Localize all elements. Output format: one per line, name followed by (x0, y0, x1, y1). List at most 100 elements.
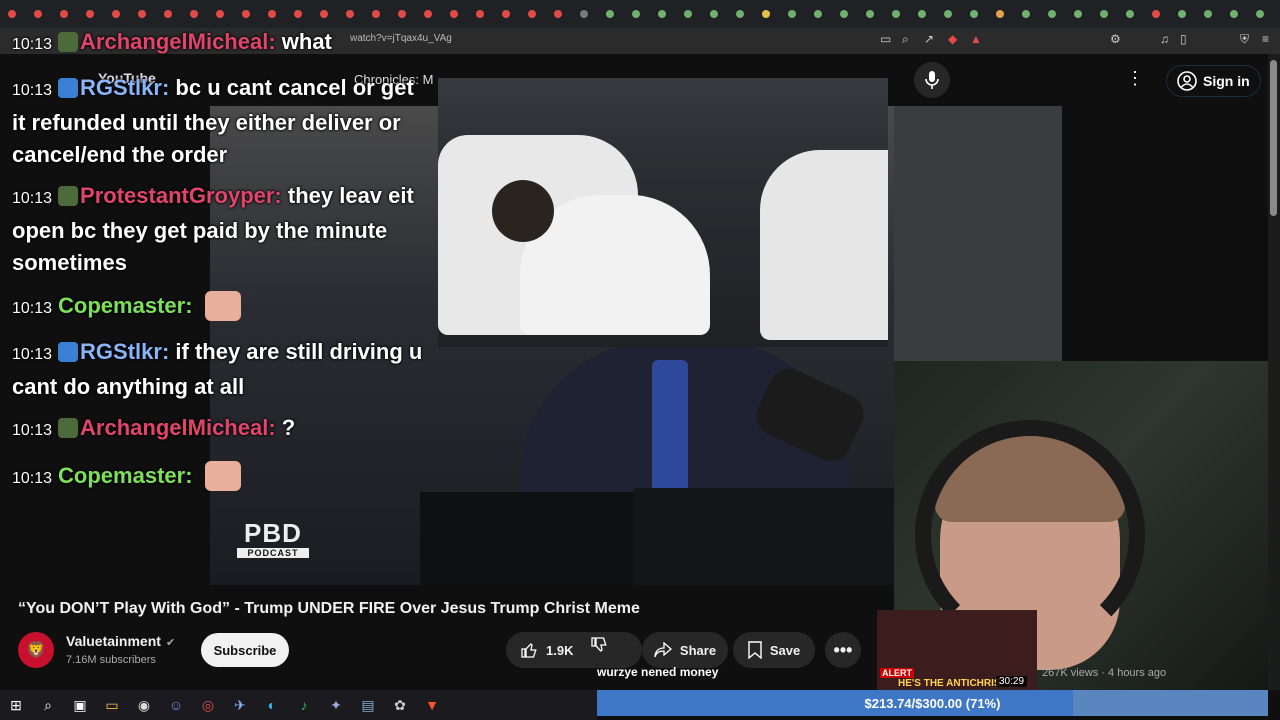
more-actions-button[interactable]: ••• (825, 632, 861, 668)
chat-message: 10:13 ProtestantGroyper: they leav eit op… (12, 180, 432, 279)
donation-goal-text: $213.74/$300.00 (71%) (864, 695, 1001, 711)
chat-overlay: 10:13 ArchangelMicheal: what 10:13 RGStlkr:… (0, 0, 440, 500)
watermark-big-text: PBD (244, 518, 302, 548)
chat-timestamp: 10:13 (12, 422, 53, 439)
obs-icon[interactable]: ◉ (128, 690, 160, 720)
app-icon[interactable]: ✈ (224, 690, 256, 720)
chrome-icon[interactable]: ◎ (192, 690, 224, 720)
shield-icon[interactable]: ⛨ (1240, 32, 1249, 47)
chat-text: what (281, 29, 332, 54)
browser-tab[interactable] (502, 10, 510, 18)
browser-tab[interactable] (762, 10, 770, 18)
share-page-icon[interactable]: ↗ (924, 32, 934, 46)
browser-tab[interactable] (1126, 10, 1134, 18)
more-options-icon[interactable]: ⋮ (1126, 68, 1144, 89)
chat-message: 10:13 RGStlkr: if they are still driving … (12, 336, 432, 403)
related-video-meta: 267K views · 4 hours ago (1042, 667, 1167, 679)
browser-tab[interactable] (580, 10, 588, 18)
zoom-icon[interactable]: ⌕ (902, 32, 909, 47)
browser-tab[interactable] (944, 10, 952, 18)
browser-tab[interactable] (632, 10, 640, 18)
browser-tab[interactable] (814, 10, 822, 18)
browser-tab[interactable] (684, 10, 692, 18)
thumbnail-alert-label: ALERT (880, 668, 914, 678)
browser-tab[interactable] (1204, 10, 1212, 18)
browser-tab[interactable] (1022, 10, 1030, 18)
chat-timestamp: 10:13 (12, 36, 53, 53)
chat-badge-icon (58, 186, 79, 206)
chat-message: 10:13 ArchangelMicheal: what (12, 26, 432, 61)
related-panel-placeholder (894, 106, 1062, 361)
browser-tab[interactable] (476, 10, 484, 18)
save-button[interactable]: Save (733, 632, 815, 668)
microphone-icon (925, 71, 939, 89)
browser-tab[interactable] (450, 10, 458, 18)
chat-badge-icon (58, 418, 79, 438)
browser-tab[interactable] (970, 10, 978, 18)
like-button[interactable]: 1.9K (506, 632, 642, 668)
subscribe-button[interactable]: Subscribe (201, 633, 289, 667)
browser-tab[interactable] (658, 10, 666, 18)
browser-tab[interactable] (996, 10, 1004, 18)
browser-tab[interactable] (1256, 10, 1264, 18)
chat-emote-icon (204, 291, 241, 321)
windows-taskbar: ⊞ ⌕ ▣ ▭ ◉ ☺ ◎ ✈ ◐ ♪ ✦ ▤ ✿ ▼ (0, 690, 597, 720)
notepad-icon[interactable]: ▤ (352, 690, 384, 720)
edge-icon[interactable]: ◐ (256, 690, 288, 720)
share-button[interactable]: Share (642, 632, 728, 668)
rewards-icon[interactable]: ▲ (970, 32, 982, 46)
chat-message: 10:13 Copemaster: (12, 290, 432, 325)
browser-tab[interactable] (710, 10, 718, 18)
browser-tab[interactable] (1230, 10, 1238, 18)
browser-tab[interactable] (1100, 10, 1108, 18)
spotify-icon[interactable]: ♪ (288, 690, 320, 720)
chat-emote-icon (204, 461, 241, 491)
browser-tab[interactable] (788, 10, 796, 18)
browser-tab[interactable] (1048, 10, 1056, 18)
channel-avatar[interactable]: 🦁 (18, 632, 54, 668)
app2-icon[interactable]: ✦ (320, 690, 352, 720)
browser-tab[interactable] (1152, 10, 1160, 18)
stream-caption: wurzye nened money (597, 665, 719, 679)
cast-icon[interactable]: ▭ (880, 32, 891, 46)
browser-tab[interactable] (918, 10, 926, 18)
chat-message: 10:13 RGStlkr: bc u cant cancel or get it… (12, 72, 432, 171)
chat-message: 10:13 Copemaster: (12, 460, 432, 495)
chat-username: ProtestantGroyper: (80, 183, 288, 208)
browser-tab[interactable] (554, 10, 562, 18)
browser-tab[interactable] (892, 10, 900, 18)
media-icon[interactable]: ♫ (1160, 32, 1169, 46)
browser-tab[interactable] (1178, 10, 1186, 18)
watermark-small-text: PODCAST (237, 548, 309, 558)
thumbnail-text: HE'S THE ANTICHRIS (898, 678, 1001, 689)
browser-tab[interactable] (736, 10, 744, 18)
menu-icon[interactable]: ≡ (1262, 32, 1269, 46)
brave-shield-icon[interactable]: ◆ (948, 32, 957, 46)
sign-in-button[interactable]: Sign in (1166, 65, 1261, 97)
discord-icon[interactable]: ☺ (160, 690, 192, 720)
browser-tab[interactable] (606, 10, 614, 18)
search-icon[interactable]: ⌕ (32, 690, 64, 720)
browser-tab[interactable] (528, 10, 536, 18)
video-frame-tie (652, 360, 688, 500)
task-view-icon[interactable]: ▣ (64, 690, 96, 720)
account-icon (1177, 71, 1197, 91)
channel-name[interactable]: Valuetainment (66, 633, 161, 649)
brave-icon[interactable]: ▼ (416, 690, 448, 720)
voice-search-button[interactable] (914, 62, 950, 98)
browser-tab[interactable] (840, 10, 848, 18)
chat-badge-icon (58, 342, 79, 362)
browser-tab[interactable] (1074, 10, 1082, 18)
extensions-icon[interactable]: ⚙ (1110, 32, 1121, 46)
file-explorer-icon[interactable]: ▭ (96, 690, 128, 720)
chat-timestamp: 10:13 (12, 190, 53, 207)
save-label: Save (769, 642, 801, 658)
scrollbar-thumb[interactable] (1270, 60, 1277, 216)
sidebar-icon[interactable]: ▯ (1180, 32, 1187, 46)
video-frame-laptop (634, 488, 894, 585)
app3-icon[interactable]: ✿ (384, 690, 416, 720)
thumbs-down-icon (591, 637, 607, 652)
dislike-button[interactable] (590, 636, 620, 664)
browser-tab[interactable] (866, 10, 874, 18)
windows-icon[interactable]: ⊞ (0, 690, 32, 720)
